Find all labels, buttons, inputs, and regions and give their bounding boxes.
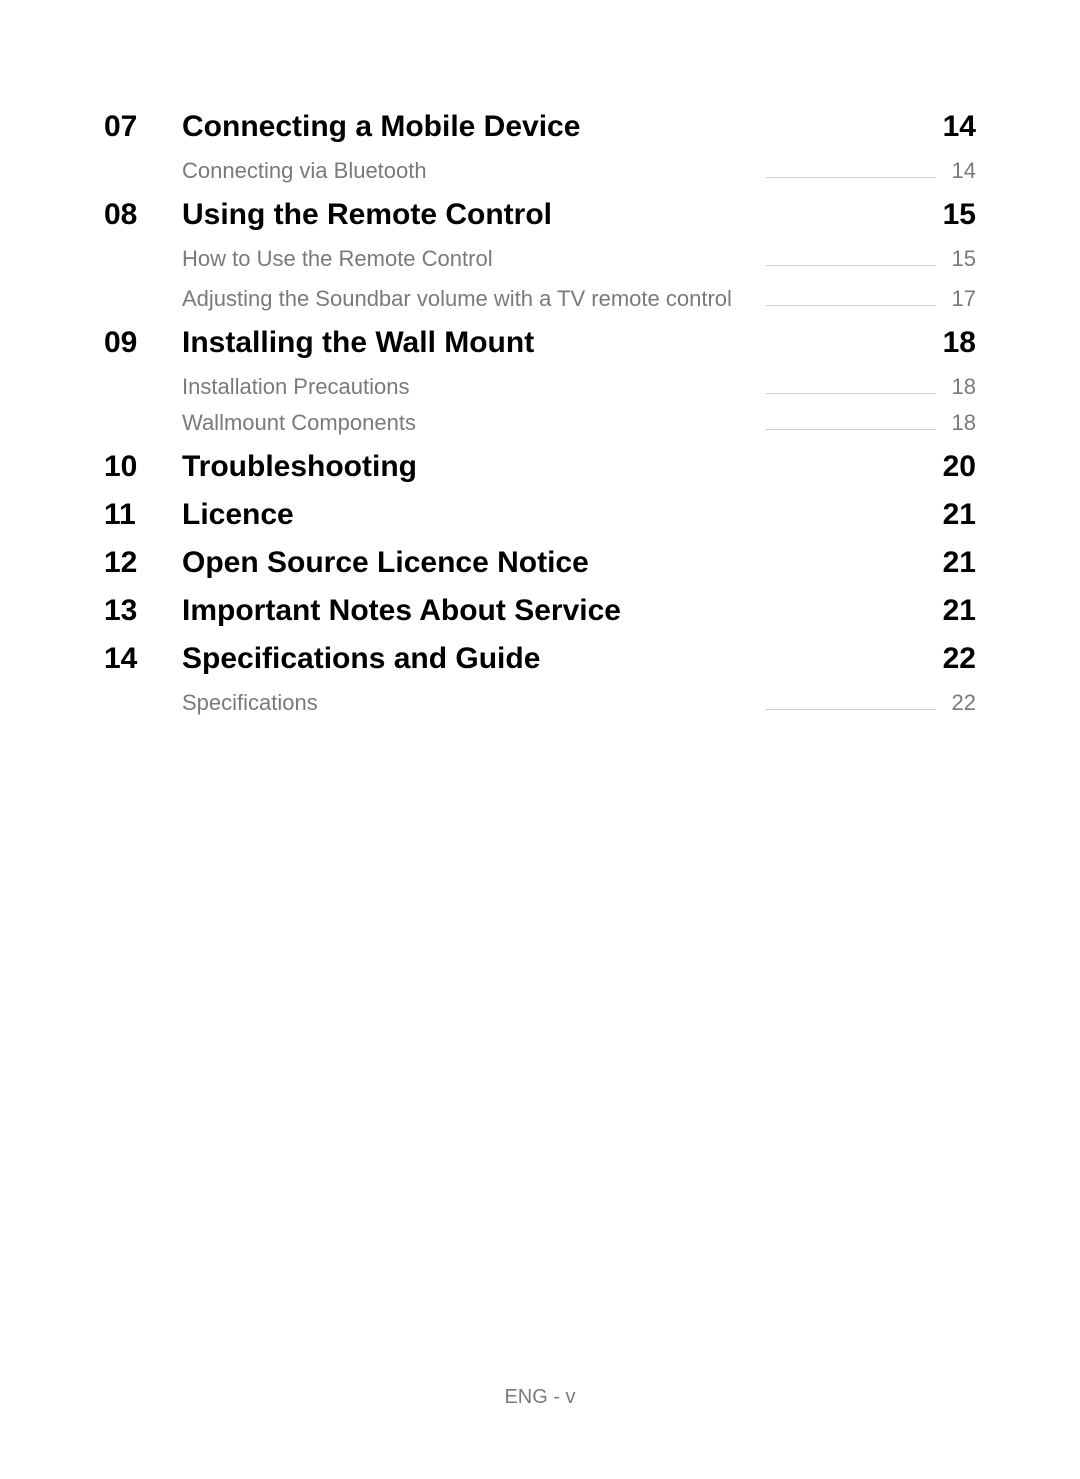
section-page: 14 bbox=[936, 110, 976, 144]
toc-subsection: Specifications 22 bbox=[104, 690, 976, 716]
section-page: 20 bbox=[936, 450, 976, 484]
leader-line-wrap bbox=[493, 265, 948, 272]
toc-section-header: 07 Connecting a Mobile Device 14 bbox=[104, 110, 976, 144]
subsection-title: How to Use the Remote Control bbox=[182, 246, 493, 272]
leader-line-wrap bbox=[409, 393, 948, 400]
section-page: 21 bbox=[936, 546, 976, 580]
leader-line bbox=[766, 177, 936, 178]
subsection-title: Installation Precautions bbox=[182, 374, 409, 400]
subsection-title: Adjusting the Soundbar volume with a TV … bbox=[182, 286, 732, 312]
toc-section-header: 08 Using the Remote Control 15 bbox=[104, 198, 976, 232]
toc-subsection: Wallmount Components 18 bbox=[104, 410, 976, 436]
toc-section-header: 13 Important Notes About Service 21 bbox=[104, 594, 976, 628]
toc-section: 11 Licence 21 bbox=[104, 498, 976, 532]
section-number: 13 bbox=[104, 594, 182, 628]
leader-line bbox=[766, 429, 936, 430]
toc-section-header: 14 Specifications and Guide 22 bbox=[104, 642, 976, 676]
toc-section-header: 10 Troubleshooting 20 bbox=[104, 450, 976, 484]
section-page: 18 bbox=[936, 326, 976, 360]
subsection-page: 17 bbox=[948, 286, 976, 312]
subsection-title: Wallmount Components bbox=[182, 410, 416, 436]
leader-line-wrap bbox=[427, 177, 948, 184]
section-number: 12 bbox=[104, 546, 182, 580]
subsection-page: 22 bbox=[948, 690, 976, 716]
toc-section: 12 Open Source Licence Notice 21 bbox=[104, 546, 976, 580]
section-number: 07 bbox=[104, 110, 182, 144]
toc-section: 14 Specifications and Guide 22 Specifica… bbox=[104, 642, 976, 716]
toc-subsection: Adjusting the Soundbar volume with a TV … bbox=[104, 286, 976, 312]
section-page: 21 bbox=[936, 594, 976, 628]
subsection-page: 15 bbox=[948, 246, 976, 272]
subsection-title: Connecting via Bluetooth bbox=[182, 158, 427, 184]
toc-section: 10 Troubleshooting 20 bbox=[104, 450, 976, 484]
toc-section: 09 Installing the Wall Mount 18 Installa… bbox=[104, 326, 976, 436]
toc-section-header: 09 Installing the Wall Mount 18 bbox=[104, 326, 976, 360]
section-title: Important Notes About Service bbox=[182, 594, 936, 628]
section-page: 22 bbox=[936, 642, 976, 676]
section-title: Specifications and Guide bbox=[182, 642, 936, 676]
section-number: 14 bbox=[104, 642, 182, 676]
subsection-page: 18 bbox=[948, 410, 976, 436]
toc-subsection: Installation Precautions 18 bbox=[104, 374, 976, 400]
page-footer: ENG - v bbox=[0, 1386, 1080, 1409]
section-number: 08 bbox=[104, 198, 182, 232]
section-number: 09 bbox=[104, 326, 182, 360]
leader-line-wrap bbox=[732, 305, 948, 312]
subsection-page: 18 bbox=[948, 374, 976, 400]
section-title: Connecting a Mobile Device bbox=[182, 110, 936, 144]
leader-line-wrap bbox=[416, 429, 948, 436]
toc-section: 07 Connecting a Mobile Device 14 Connect… bbox=[104, 110, 976, 184]
section-page: 15 bbox=[936, 198, 976, 232]
section-title: Licence bbox=[182, 498, 936, 532]
leader-line-wrap bbox=[318, 709, 948, 716]
section-title: Using the Remote Control bbox=[182, 198, 936, 232]
subsection-title: Specifications bbox=[182, 690, 318, 716]
toc-section: 13 Important Notes About Service 21 bbox=[104, 594, 976, 628]
toc-section-header: 12 Open Source Licence Notice 21 bbox=[104, 546, 976, 580]
toc-subsection: How to Use the Remote Control 15 bbox=[104, 246, 976, 272]
toc-section-header: 11 Licence 21 bbox=[104, 498, 976, 532]
section-page: 21 bbox=[936, 498, 976, 532]
leader-line bbox=[766, 265, 936, 266]
subsection-page: 14 bbox=[948, 158, 976, 184]
section-number: 11 bbox=[104, 498, 182, 532]
leader-line bbox=[766, 305, 936, 306]
section-title: Troubleshooting bbox=[182, 450, 936, 484]
section-number: 10 bbox=[104, 450, 182, 484]
toc-section: 08 Using the Remote Control 15 How to Us… bbox=[104, 198, 976, 312]
section-title: Open Source Licence Notice bbox=[182, 546, 936, 580]
section-title: Installing the Wall Mount bbox=[182, 326, 936, 360]
leader-line bbox=[766, 709, 936, 710]
toc-subsection: Connecting via Bluetooth 14 bbox=[104, 158, 976, 184]
table-of-contents: 07 Connecting a Mobile Device 14 Connect… bbox=[0, 0, 1080, 716]
leader-line bbox=[766, 393, 936, 394]
